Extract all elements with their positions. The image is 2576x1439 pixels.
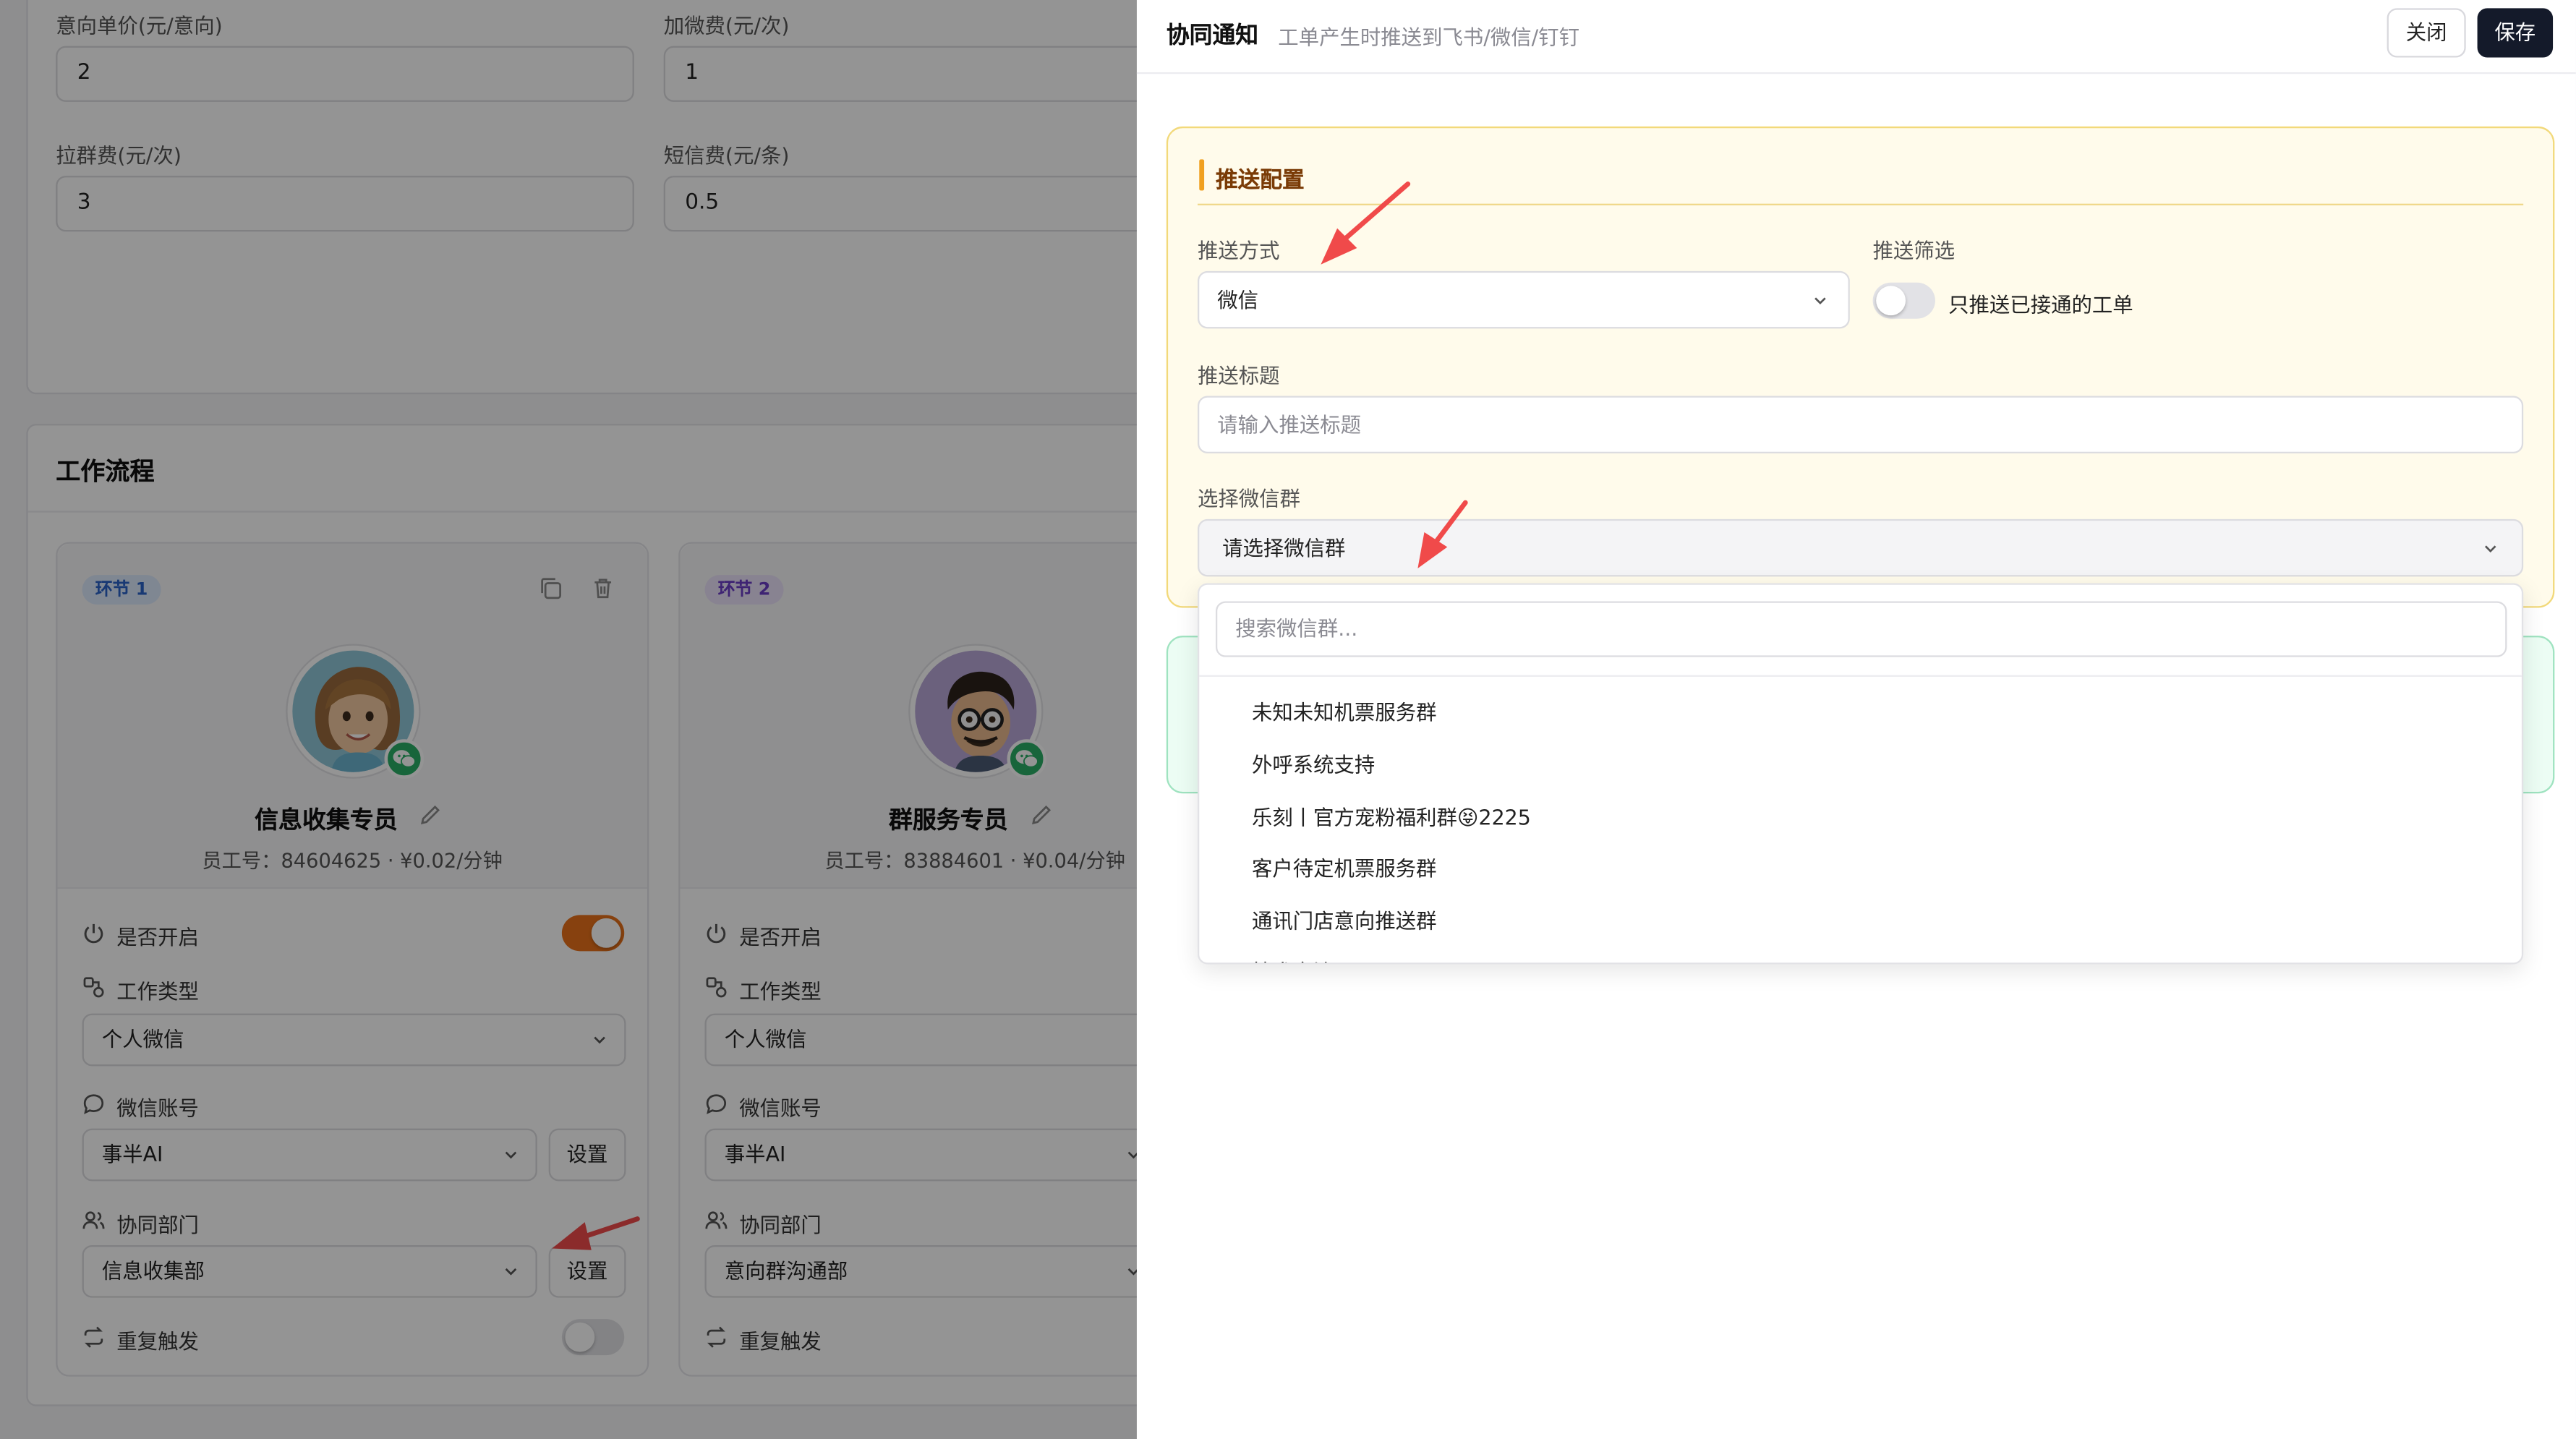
annotation-arrows — [1321, 182, 1468, 569]
annotation-arrow-push-method — [1321, 182, 1411, 265]
collab-notify-drawer: 协同通知 工单产生时推送到飞书/微信/钉钉 关闭 保存 推送配置 推送方式 微信… — [1136, 0, 2576, 1439]
screen: 意向单价(元/意向) 2 加微费(元/次) 1 拉群费(元/次) 3 短信费(元… — [0, 0, 2576, 1439]
annotation-arrow-wechat-group — [1417, 500, 1468, 569]
modal-overlay[interactable] — [0, 0, 1137, 1439]
